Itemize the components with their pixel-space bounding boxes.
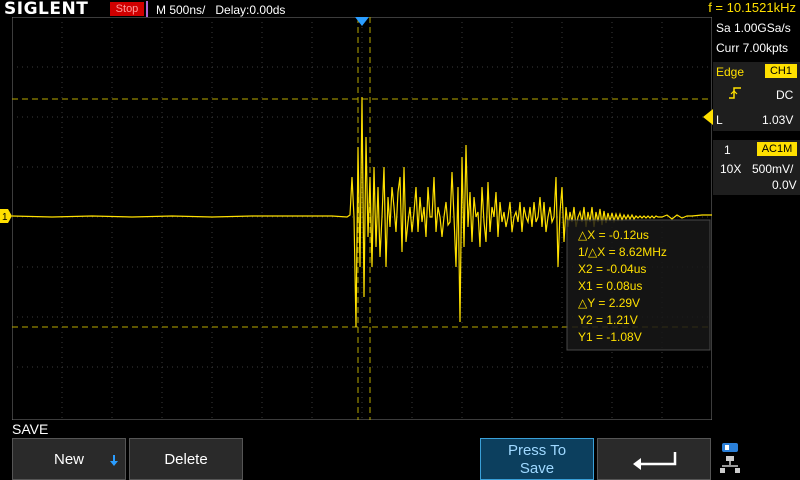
vertical-scale: 500mV/	[752, 162, 794, 176]
probe-ratio: 10X	[720, 162, 742, 176]
empty-softkey-4[interactable]	[363, 438, 477, 480]
network-usb-icon	[720, 443, 740, 473]
svg-text:1: 1	[2, 212, 8, 223]
press-to-save-line2: Save	[519, 460, 555, 477]
return-arrow-icon	[633, 452, 677, 470]
cursor-dx: △X = -0.12us	[578, 228, 649, 242]
timebase-marker	[146, 1, 151, 17]
rising-edge-icon	[729, 87, 741, 99]
return-button[interactable]	[597, 438, 711, 480]
waveform-display[interactable]: △X = -0.12us 1/△X = 8.62MHz X2 = -0.04us…	[12, 17, 712, 420]
new-button[interactable]: New	[12, 438, 126, 480]
sample-rate: Sa 1.00GSa/s	[716, 21, 791, 35]
channel-coupling-badge: AC1M	[757, 142, 797, 156]
cursor-y2: Y2 = 1.21V	[578, 313, 638, 327]
trigger-type: Edge	[716, 65, 745, 79]
cursor-dy: △Y = 2.29V	[578, 296, 640, 310]
cursor-y1: Y1 = -1.08V	[578, 330, 642, 344]
delete-button-label: Delete	[164, 451, 208, 468]
ch1-level-marker[interactable]: 1	[0, 209, 12, 223]
memory-depth: Curr 7.00kpts	[716, 41, 789, 55]
channel-number: 1	[724, 143, 731, 157]
top-status-bar: SIGLENT Stop M 500ns/ Delay:0.00ds f = 1…	[0, 0, 800, 19]
delete-button[interactable]: Delete	[129, 438, 243, 480]
trigger-level-label: L	[716, 113, 723, 127]
empty-softkey-3[interactable]	[246, 438, 360, 480]
timebase-readout[interactable]: M 500ns/ Delay:0.00ds	[156, 3, 285, 17]
delay-value: Delay:0.00ds	[215, 3, 286, 17]
cursor-x1: X1 = 0.08us	[578, 279, 642, 293]
cursor-x2: X2 = -0.04us	[578, 262, 646, 276]
press-to-save-button[interactable]: Press To Save	[480, 438, 594, 480]
cursor-inv-dx: 1/△X = 8.62MHz	[578, 245, 667, 259]
frequency-counter: f = 10.1521kHz	[708, 0, 796, 15]
trigger-level-marker[interactable]	[703, 109, 713, 125]
timebase-value: M 500ns/	[156, 3, 206, 17]
menu-title: SAVE	[12, 421, 49, 437]
trigger-level-value: 1.03V	[762, 113, 794, 127]
trigger-source-badge: CH1	[765, 64, 797, 78]
vertical-offset: 0.0V	[772, 178, 797, 192]
press-to-save-line1: Press To	[507, 442, 567, 459]
run-stop-indicator[interactable]: Stop	[110, 2, 144, 16]
trigger-coupling: DC	[776, 88, 794, 102]
arrow-down-icon	[110, 455, 118, 466]
